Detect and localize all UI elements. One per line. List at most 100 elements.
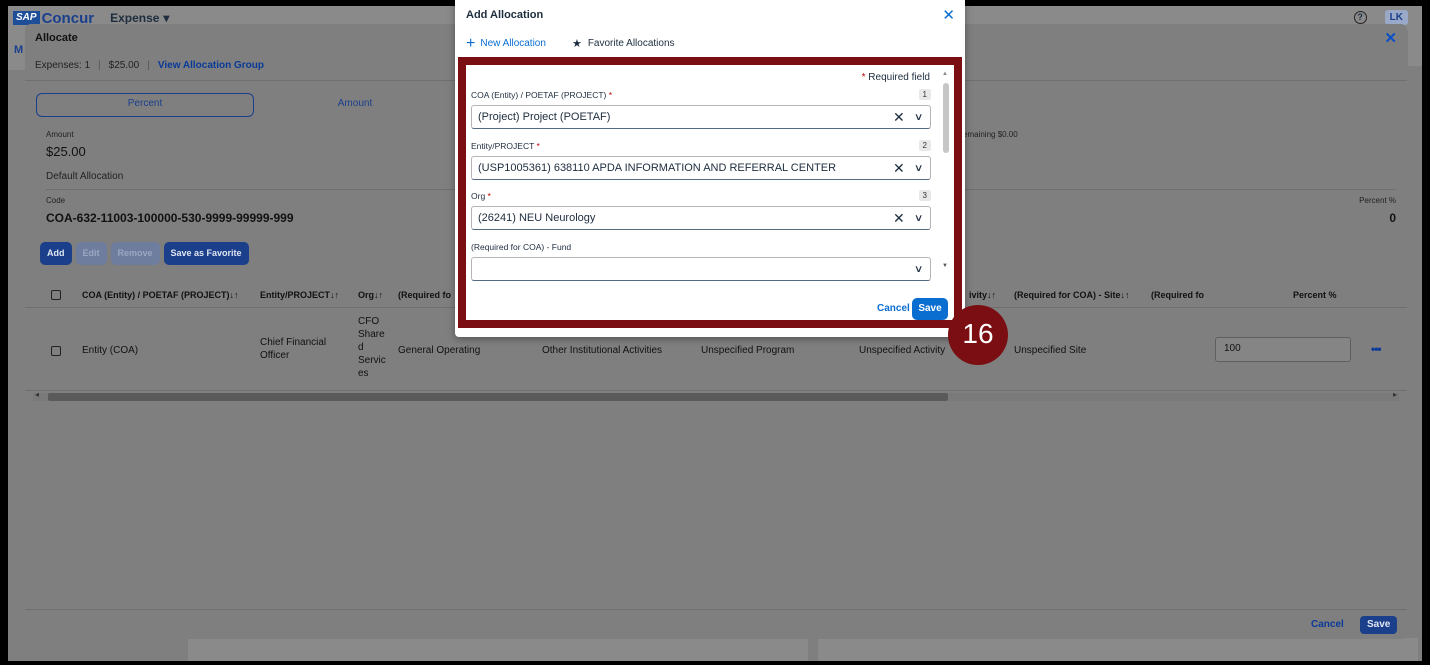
add-button[interactable]: Add bbox=[40, 242, 72, 265]
column-header-percent[interactable]: Percent % bbox=[1293, 290, 1337, 300]
highlight-frame: * Required field COA (Entity) / POETAF (… bbox=[458, 57, 962, 328]
edit-button[interactable]: Edit bbox=[75, 242, 107, 265]
background-footer-left bbox=[188, 638, 808, 661]
field-label-text: COA (Entity) / POETAF (PROJECT) bbox=[471, 90, 607, 100]
field-label-text: (Required for COA) - Fund bbox=[471, 242, 572, 252]
cancel-button[interactable]: Cancel bbox=[1311, 619, 1344, 630]
cell-activity: Unspecified Activity bbox=[859, 345, 946, 356]
coa-combobox[interactable]: (Project) Project (POETAF) ✕ ∨ bbox=[471, 105, 931, 129]
allocation-mode-toggle: Percent Amount bbox=[36, 93, 456, 117]
nav-expense-label: Expense bbox=[110, 11, 160, 25]
scroll-left-icon[interactable]: ◂ bbox=[35, 390, 39, 399]
step-badge: 2 bbox=[918, 140, 931, 151]
star-icon: ★ bbox=[571, 38, 582, 50]
percent-label: Percent % bbox=[1359, 196, 1396, 205]
new-allocation-button[interactable]: + New Allocation bbox=[466, 35, 546, 51]
select-all-checkbox[interactable] bbox=[51, 290, 61, 300]
footer-divider bbox=[25, 609, 1407, 610]
fund-combobox[interactable]: ∨ bbox=[471, 257, 931, 281]
step-badge: 3 bbox=[918, 190, 931, 201]
field-label-text: Org bbox=[471, 191, 486, 201]
percent-value: 0 bbox=[1389, 211, 1396, 225]
required-asterisk: * bbox=[861, 72, 866, 83]
combobox-value: (26241) NEU Neurology bbox=[478, 212, 596, 224]
close-icon[interactable]: ✕ bbox=[1384, 29, 1397, 47]
column-header-site[interactable]: (Required for COA) - Site↓↑ bbox=[1014, 290, 1130, 300]
favorite-allocations-label: Favorite Allocations bbox=[587, 38, 675, 49]
clear-icon[interactable]: ✕ bbox=[893, 160, 905, 177]
clear-icon[interactable]: ✕ bbox=[893, 109, 905, 126]
combobox-value: (USP1005361) 638110 APDA INFORMATION AND… bbox=[478, 162, 837, 174]
close-icon[interactable]: ✕ bbox=[942, 6, 955, 24]
allocate-title: Allocate bbox=[35, 32, 78, 44]
chevron-down-icon[interactable]: ∨ bbox=[914, 163, 924, 174]
column-header-required[interactable]: (Required fo bbox=[1151, 290, 1204, 300]
cell-function: Other Institutional Activities bbox=[542, 345, 663, 356]
amount-value: $25.00 bbox=[46, 144, 86, 159]
entity-project-field: Entity/PROJECT * 2 (USP1005361) 638110 A… bbox=[471, 140, 931, 180]
sap-logo: SAP bbox=[13, 11, 40, 25]
org-field: Org * 3 (26241) NEU Neurology ✕ ∨ bbox=[471, 190, 931, 230]
save-button[interactable]: Save bbox=[912, 298, 948, 320]
favorite-allocations-button[interactable]: ★ Favorite Allocations bbox=[572, 37, 675, 50]
code-value: COA-632-11003-100000-530-9999-99999-999 bbox=[46, 211, 294, 225]
background-tab: M bbox=[14, 44, 24, 56]
amount-label: Amount bbox=[46, 130, 74, 139]
field-label-text: Entity/PROJECT bbox=[471, 141, 535, 151]
save-as-favorite-button[interactable]: Save as Favorite bbox=[163, 242, 249, 265]
column-header-fund[interactable]: (Required fo bbox=[398, 290, 451, 300]
clear-icon[interactable]: ✕ bbox=[893, 210, 905, 227]
scrollbar-thumb[interactable] bbox=[943, 83, 949, 153]
required-field-label: Required field bbox=[868, 72, 930, 83]
scroll-right-icon[interactable]: ▸ bbox=[1393, 390, 1397, 399]
percent-input[interactable]: 100 bbox=[1215, 337, 1351, 362]
allocation-toolbar: Add Edit Remove Save as Favorite bbox=[40, 242, 249, 265]
cancel-button[interactable]: Cancel bbox=[877, 303, 910, 314]
more-options-icon[interactable]: ••• bbox=[1371, 342, 1382, 356]
coa-field: COA (Entity) / POETAF (PROJECT) * 1 (Pro… bbox=[471, 89, 931, 129]
avatar[interactable]: LK bbox=[1384, 10, 1408, 25]
default-allocation-label: Default Allocation bbox=[46, 171, 124, 182]
required-asterisk: * bbox=[608, 90, 613, 100]
background-panel-right bbox=[1408, 30, 1422, 66]
fund-field: (Required for COA) - Fund ∨ bbox=[471, 242, 931, 281]
popup-toolbar: + New Allocation ★ Favorite Allocations bbox=[466, 35, 675, 51]
remove-button[interactable]: Remove bbox=[110, 242, 160, 265]
column-header-org[interactable]: Org↓↑ bbox=[358, 290, 383, 300]
cell-entity: Chief Financial Officer bbox=[260, 337, 327, 361]
allocation-form: * Required field COA (Entity) / POETAF (… bbox=[466, 65, 954, 320]
add-allocation-title: Add Allocation bbox=[466, 9, 544, 21]
new-allocation-label: New Allocation bbox=[480, 38, 546, 49]
chevron-down-icon: ▾ bbox=[163, 11, 170, 25]
scrollbar-thumb[interactable] bbox=[48, 393, 948, 401]
tab-amount[interactable]: Amount bbox=[254, 93, 456, 117]
help-icon[interactable]: ? bbox=[1353, 11, 1367, 24]
field-label: (Required for COA) - Fund bbox=[471, 242, 931, 252]
tab-percent[interactable]: Percent bbox=[36, 93, 254, 117]
cell-coa: Entity (COA) bbox=[82, 345, 139, 356]
cell-fund: General Operating bbox=[398, 345, 481, 356]
row-checkbox[interactable] bbox=[51, 346, 61, 356]
allocation-summary: Expenses: 1 | $25.00 | View Allocation G… bbox=[35, 60, 264, 71]
horizontal-scrollbar[interactable]: ◂ ▸ bbox=[33, 390, 1399, 401]
view-allocation-group-link[interactable]: View Allocation Group bbox=[158, 60, 264, 71]
entity-project-combobox[interactable]: (USP1005361) 638110 APDA INFORMATION AND… bbox=[471, 156, 931, 180]
column-header-coa[interactable]: COA (Entity) / POETAF (PROJECT)↓↑ bbox=[82, 290, 239, 300]
chevron-down-icon[interactable]: ∨ bbox=[914, 213, 924, 224]
column-header-entity[interactable]: Entity/PROJECT↓↑ bbox=[260, 290, 339, 300]
org-combobox[interactable]: (26241) NEU Neurology ✕ ∨ bbox=[471, 206, 931, 230]
scroll-up-icon[interactable]: ▲ bbox=[942, 71, 948, 77]
cell-site: Unspecified Site bbox=[1014, 345, 1087, 356]
code-label: Code bbox=[46, 196, 66, 205]
summary-separator: | bbox=[98, 60, 101, 71]
chevron-down-icon[interactable]: ∨ bbox=[914, 112, 924, 123]
remaining-amount: emaining $0.00 bbox=[963, 130, 1018, 139]
required-asterisk: * bbox=[487, 191, 491, 201]
save-button[interactable]: Save bbox=[1360, 616, 1398, 634]
vertical-scrollbar[interactable]: ▲ ▼ bbox=[942, 71, 950, 269]
nav-expense-menu[interactable]: Expense ▾ bbox=[110, 11, 169, 25]
column-header-activity[interactable]: ivity↓↑ bbox=[969, 290, 996, 300]
scroll-down-icon[interactable]: ▼ bbox=[942, 263, 948, 269]
field-label: Org * bbox=[471, 191, 931, 201]
chevron-down-icon[interactable]: ∨ bbox=[914, 264, 924, 275]
